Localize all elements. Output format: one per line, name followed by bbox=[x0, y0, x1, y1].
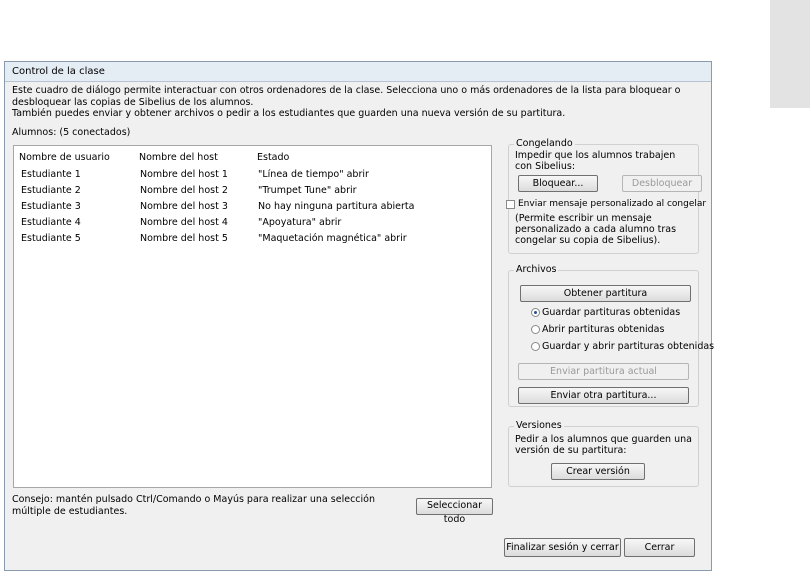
username-cell: Estudiante 4 bbox=[21, 217, 81, 228]
side-tab bbox=[770, 0, 810, 108]
unlock-button[interactable]: Desbloquear bbox=[622, 175, 702, 192]
dialog-title: Control de la clase bbox=[12, 66, 105, 77]
hostname-cell: Nombre del host 4 bbox=[140, 217, 228, 228]
status-cell: "Apoyatura" abrir bbox=[258, 217, 342, 228]
selection-tip: Consejo: mantén pulsado Ctrl/Comando o M… bbox=[12, 494, 375, 517]
column-header-hostname[interactable]: Nombre del host bbox=[139, 152, 218, 163]
versions-description: Pedir a los alumnos que guarden una vers… bbox=[515, 434, 692, 456]
intro-line-1: Este cuadro de diálogo permite interactu… bbox=[12, 85, 681, 108]
students-count-label: Alumnos: (5 conectados) bbox=[12, 127, 131, 138]
radio-open-scores[interactable] bbox=[531, 325, 540, 334]
dialog-body: Este cuadro de diálogo permite interactu… bbox=[5, 82, 714, 570]
class-control-dialog: Control de la clase Este cuadro de diálo… bbox=[4, 61, 714, 571]
hostname-cell: Nombre del host 3 bbox=[140, 201, 228, 212]
end-session-button[interactable]: Finalizar sesión y cerrar bbox=[504, 538, 621, 557]
table-row[interactable]: Estudiante 2 Nombre del host 2 "Trumpet … bbox=[14, 185, 491, 201]
hostname-cell: Nombre del host 5 bbox=[140, 233, 228, 244]
freeze-description: Impedir que los alumnos trabajen con Sib… bbox=[515, 150, 676, 172]
freeze-group-title: Congelando bbox=[514, 138, 575, 149]
table-row[interactable]: Estudiante 4 Nombre del host 4 "Apoyatur… bbox=[14, 217, 491, 233]
lock-button[interactable]: Bloquear... bbox=[518, 175, 598, 192]
close-button[interactable]: Cerrar bbox=[624, 538, 695, 557]
send-current-score-button[interactable]: Enviar partitura actual bbox=[518, 363, 689, 380]
column-header-status[interactable]: Estado bbox=[257, 152, 289, 163]
username-cell: Estudiante 1 bbox=[21, 169, 81, 180]
versions-group: Versiones Pedir a los alumnos que guarde… bbox=[508, 420, 699, 487]
create-version-button[interactable]: Crear versión bbox=[551, 463, 645, 480]
versions-group-title: Versiones bbox=[514, 420, 564, 431]
radio-save-scores[interactable] bbox=[531, 308, 540, 317]
table-row[interactable]: Estudiante 3 Nombre del host 3 No hay ni… bbox=[14, 201, 491, 217]
username-cell: Estudiante 3 bbox=[21, 201, 81, 212]
freeze-group: Congelando Impedir que los alumnos traba… bbox=[506, 138, 706, 254]
files-group: Archivos Obtener partitura Guardar parti… bbox=[508, 264, 714, 407]
files-group-title: Archivos bbox=[514, 264, 559, 275]
radio-open-scores-label[interactable]: Abrir partituras obtenidas bbox=[542, 324, 664, 335]
username-cell: Estudiante 2 bbox=[21, 185, 81, 196]
table-row[interactable]: Estudiante 5 Nombre del host 5 "Maquetac… bbox=[14, 233, 491, 249]
hostname-cell: Nombre del host 2 bbox=[140, 185, 228, 196]
column-header-username[interactable]: Nombre de usuario bbox=[19, 152, 110, 163]
radio-save-open-scores-label[interactable]: Guardar y abrir partituras obtenidas bbox=[542, 341, 714, 352]
dialog-titlebar: Control de la clase bbox=[5, 62, 711, 82]
status-cell: No hay ninguna partitura abierta bbox=[258, 201, 415, 212]
intro-text: Este cuadro de diálogo permite interactu… bbox=[12, 85, 702, 120]
radio-save-scores-label[interactable]: Guardar partituras obtenidas bbox=[542, 307, 680, 318]
custom-message-checkbox[interactable] bbox=[506, 200, 515, 209]
radio-save-open-scores[interactable] bbox=[531, 342, 540, 351]
status-cell: "Maquetación magnética" abrir bbox=[258, 233, 407, 244]
status-cell: "Trumpet Tune" abrir bbox=[258, 185, 357, 196]
students-list[interactable]: Nombre de usuario Nombre del host Estado… bbox=[13, 145, 492, 488]
intro-line-2: También puedes enviar y obtener archivos… bbox=[12, 108, 566, 119]
table-row[interactable]: Estudiante 1 Nombre del host 1 "Línea de… bbox=[14, 169, 491, 185]
custom-message-label[interactable]: Enviar mensaje personalizado al congelar bbox=[518, 199, 706, 209]
get-score-button[interactable]: Obtener partitura bbox=[520, 285, 691, 302]
send-other-score-button[interactable]: Enviar otra partitura... bbox=[518, 387, 689, 404]
username-cell: Estudiante 5 bbox=[21, 233, 81, 244]
custom-message-note: (Permite escribir un mensaje personaliza… bbox=[515, 213, 677, 246]
status-cell: "Línea de tiempo" abrir bbox=[258, 169, 369, 180]
select-all-button[interactable]: Seleccionar todo bbox=[416, 498, 493, 525]
hostname-cell: Nombre del host 1 bbox=[140, 169, 228, 180]
